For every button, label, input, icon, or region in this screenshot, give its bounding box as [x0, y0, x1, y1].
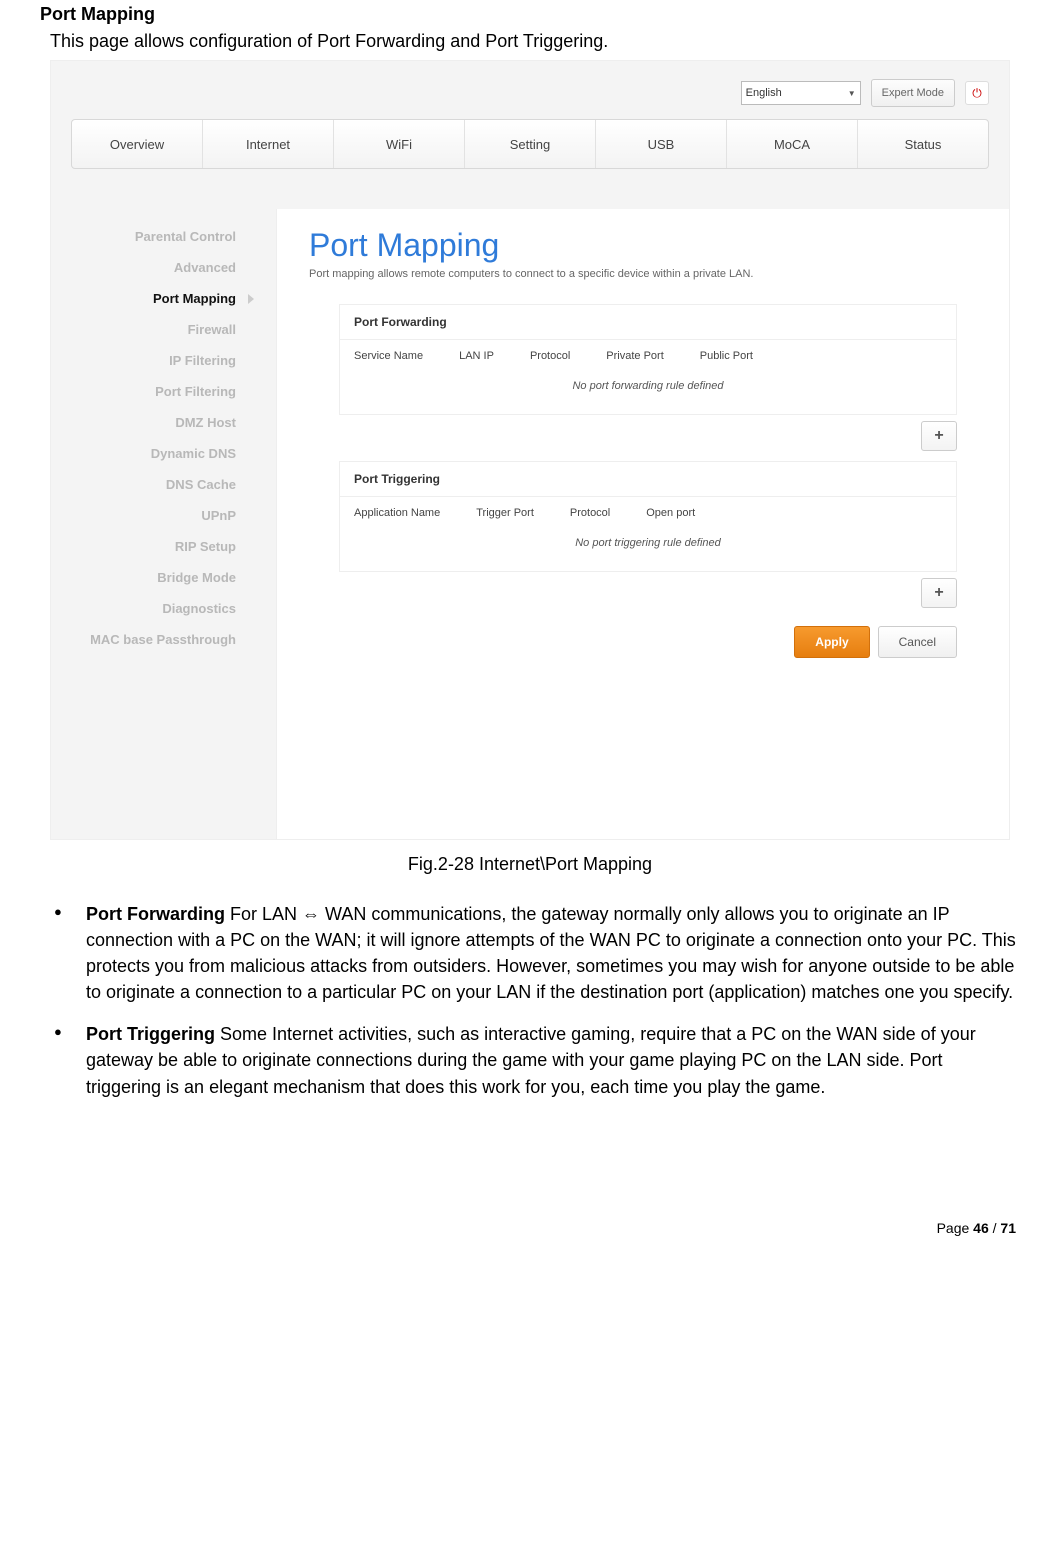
- port-forwarding-empty: No port forwarding rule defined: [354, 380, 942, 398]
- tab-status[interactable]: Status: [858, 120, 988, 168]
- sidebar-item-advanced[interactable]: Advanced: [61, 252, 266, 283]
- port-triggering-empty: No port triggering rule defined: [354, 537, 942, 555]
- action-buttons: Apply Cancel: [309, 608, 987, 658]
- sidebar-item-bridge-mode[interactable]: Bridge Mode: [61, 562, 266, 593]
- sidebar-item-port-filtering[interactable]: Port Filtering: [61, 376, 266, 407]
- add-port-forwarding-button[interactable]: +: [921, 421, 957, 451]
- page-number: Page 46 / 71: [40, 1220, 1020, 1236]
- reboot-icon[interactable]: ⏻: [965, 81, 989, 105]
- content-panel: Port Mapping Port mapping allows remote …: [276, 209, 1009, 839]
- tab-internet[interactable]: Internet: [203, 120, 334, 168]
- bullet-pt-body: Some Internet activities, such as intera…: [86, 1024, 976, 1096]
- col-service-name: Service Name: [354, 350, 423, 362]
- sidebar-item-firewall[interactable]: Firewall: [61, 314, 266, 345]
- port-forwarding-columns: Service Name LAN IP Protocol Private Por…: [354, 350, 942, 380]
- page-prefix: Page: [937, 1220, 974, 1236]
- bullet-pt-title: Port Triggering: [86, 1024, 215, 1044]
- col-lan-ip: LAN IP: [459, 350, 494, 362]
- page-current: 46: [973, 1220, 989, 1236]
- sidebar-item-parental-control[interactable]: Parental Control: [61, 221, 266, 252]
- sidebar-item-ip-filtering[interactable]: IP Filtering: [61, 345, 266, 376]
- settings-sidebar: Parental Control Advanced Port Mapping F…: [61, 221, 266, 655]
- router-ui-screenshot: English Expert Mode ⏻ Overview Internet …: [50, 60, 1010, 840]
- col-trigger-port: Trigger Port: [476, 507, 534, 519]
- expert-mode-button[interactable]: Expert Mode: [871, 79, 955, 107]
- language-select-value: English: [746, 87, 782, 99]
- tab-usb[interactable]: USB: [596, 120, 727, 168]
- sidebar-item-upnp[interactable]: UPnP: [61, 500, 266, 531]
- port-triggering-columns: Application Name Trigger Port Protocol O…: [354, 507, 942, 537]
- top-bar: English Expert Mode ⏻: [741, 79, 989, 107]
- tab-setting[interactable]: Setting: [465, 120, 596, 168]
- section-intro: This page allows configuration of Port F…: [50, 31, 1020, 52]
- bullet-port-forwarding: Port Forwarding For LAN ⇔ WAN communicat…: [40, 901, 1020, 1005]
- section-heading: Port Mapping: [40, 4, 1020, 25]
- col-application-name: Application Name: [354, 507, 440, 519]
- port-triggering-panel: Port Triggering Application Name Trigger…: [339, 461, 957, 572]
- bullet-pf-title: Port Forwarding: [86, 904, 225, 924]
- sidebar-item-port-mapping[interactable]: Port Mapping: [61, 283, 266, 314]
- add-port-triggering-button[interactable]: +: [921, 578, 957, 608]
- figure-caption: Fig.2-28 Internet\Port Mapping: [40, 854, 1020, 875]
- main-nav-tabs: Overview Internet WiFi Setting USB MoCA …: [71, 119, 989, 169]
- sidebar-item-mac-passthrough[interactable]: MAC base Passthrough: [61, 624, 266, 655]
- sidebar-item-dmz-host[interactable]: DMZ Host: [61, 407, 266, 438]
- cancel-button[interactable]: Cancel: [878, 626, 957, 658]
- col-public-port: Public Port: [700, 350, 753, 362]
- sidebar-item-diagnostics[interactable]: Diagnostics: [61, 593, 266, 624]
- description-list: Port Forwarding For LAN ⇔ WAN communicat…: [40, 901, 1020, 1100]
- page-total: 71: [1000, 1220, 1016, 1236]
- port-forwarding-header: Port Forwarding: [340, 305, 956, 340]
- sidebar-item-rip-setup[interactable]: RIP Setup: [61, 531, 266, 562]
- apply-button[interactable]: Apply: [794, 626, 869, 658]
- col-protocol: Protocol: [530, 350, 570, 362]
- port-triggering-header: Port Triggering: [340, 462, 956, 497]
- col-private-port: Private Port: [606, 350, 663, 362]
- tab-overview[interactable]: Overview: [72, 120, 203, 168]
- bullet-pf-body: For LAN ⇔ WAN communications, the gatewa…: [86, 904, 1016, 1002]
- page-sep: /: [989, 1220, 1001, 1236]
- tab-wifi[interactable]: WiFi: [334, 120, 465, 168]
- page-subtitle: Port mapping allows remote computers to …: [309, 268, 987, 280]
- document-page: Port Mapping This page allows configurat…: [0, 4, 1060, 1256]
- page-title: Port Mapping: [309, 227, 987, 264]
- language-select[interactable]: English: [741, 81, 861, 105]
- col-open-port: Open port: [646, 507, 695, 519]
- col-protocol-2: Protocol: [570, 507, 610, 519]
- bullet-port-triggering: Port Triggering Some Internet activities…: [40, 1021, 1020, 1099]
- tab-moca[interactable]: MoCA: [727, 120, 858, 168]
- sidebar-item-dns-cache[interactable]: DNS Cache: [61, 469, 266, 500]
- sidebar-item-dynamic-dns[interactable]: Dynamic DNS: [61, 438, 266, 469]
- port-forwarding-panel: Port Forwarding Service Name LAN IP Prot…: [339, 304, 957, 415]
